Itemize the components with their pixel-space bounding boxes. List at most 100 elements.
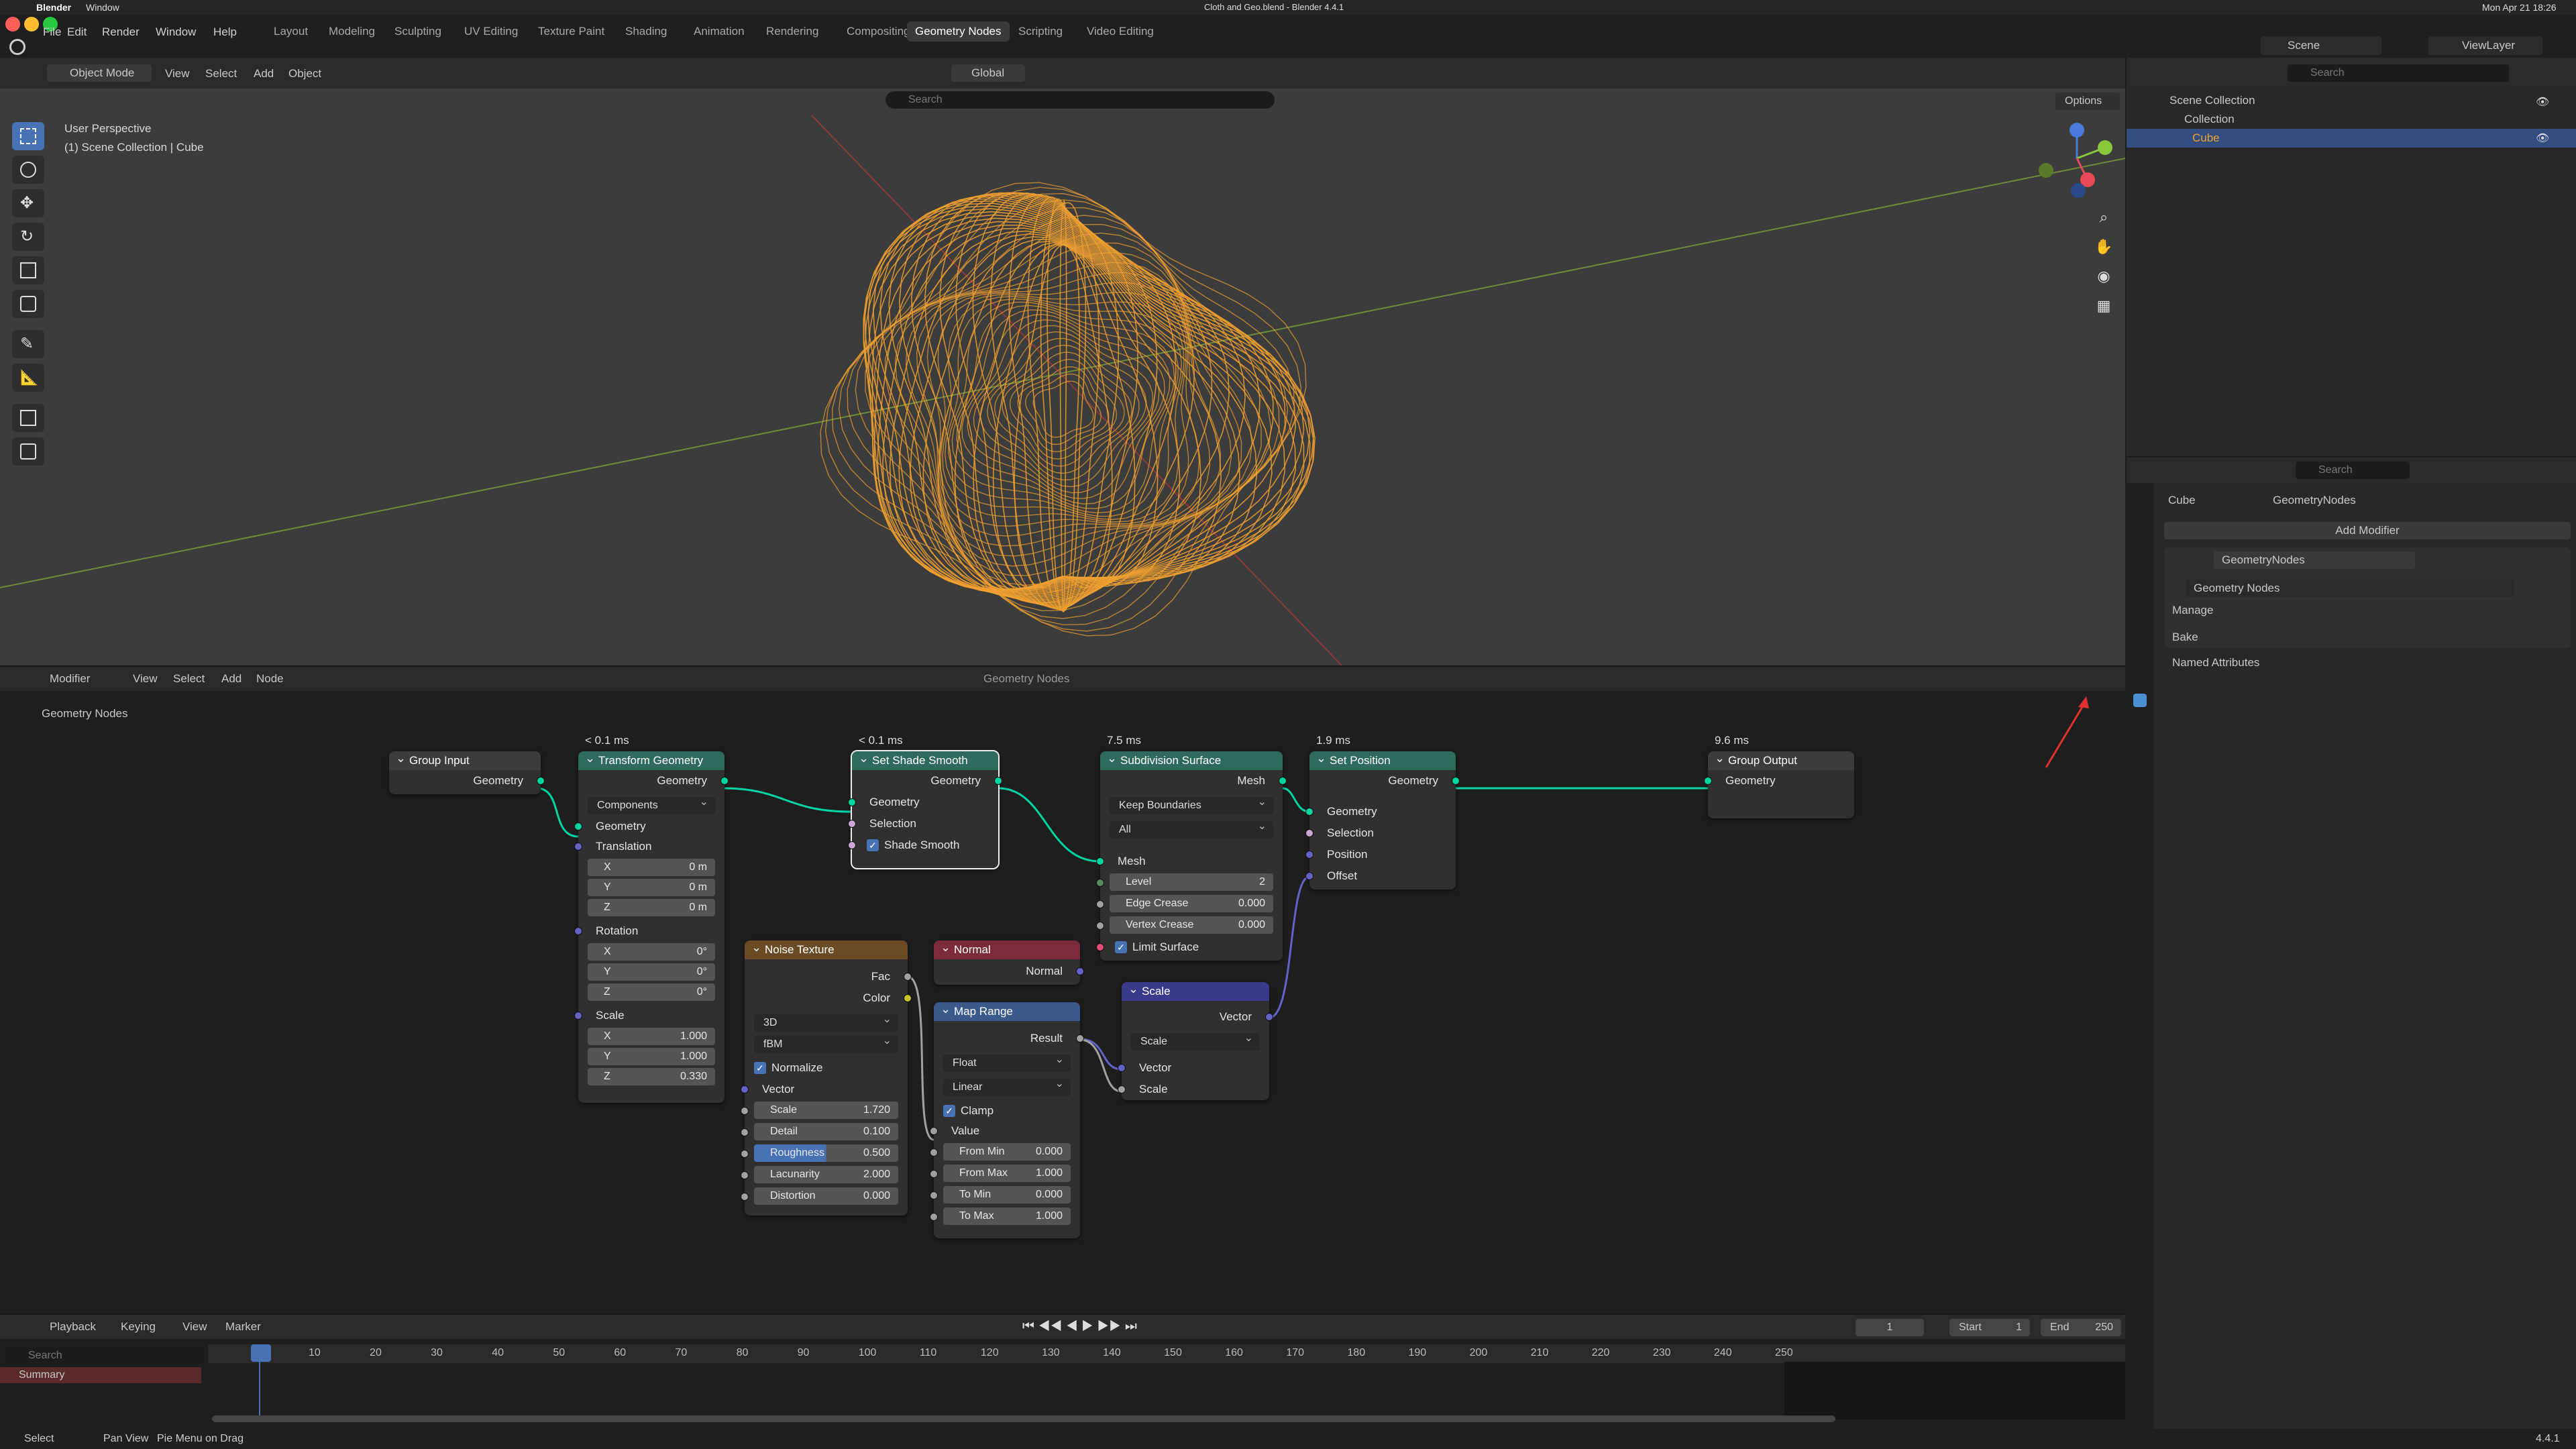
outliner-search-input[interactable]: Search	[2288, 64, 2509, 82]
noise-lacunarity-field[interactable]: Lacunarity 2.000	[754, 1166, 898, 1183]
workspace-tab-sculpting[interactable]: Sculpting	[386, 21, 449, 42]
zoom-icon[interactable]: ⌕	[2092, 205, 2116, 229]
noise-color-socket[interactable]	[904, 994, 912, 1002]
menu-render[interactable]: Render	[102, 25, 140, 39]
noise-lacunarity-socket[interactable]	[741, 1171, 749, 1179]
timeline-search-input[interactable]: Search	[5, 1347, 200, 1364]
workspace-tab-modeling[interactable]: Modeling	[321, 21, 383, 42]
properties-editor[interactable]: Search Cube GeometryNodes Add Modifier G…	[2127, 458, 2576, 1429]
camera-icon[interactable]: ◉	[2092, 264, 2116, 288]
to-min-socket[interactable]	[930, 1191, 938, 1199]
set-position-geo-socket[interactable]	[1305, 808, 1313, 816]
noise-detail-socket[interactable]	[741, 1128, 749, 1136]
vector-scale-vector-socket[interactable]	[1118, 1064, 1126, 1072]
from-max-socket[interactable]	[930, 1170, 938, 1178]
noise-distortion-socket[interactable]	[741, 1193, 749, 1201]
noise-texture-node[interactable]: Noise Texture Fac Color 3D fBM ✓ Normaliz…	[741, 938, 912, 1216]
translation-x-field[interactable]: X0 m	[588, 859, 715, 876]
panel-manage[interactable]: Manage	[2172, 604, 2213, 617]
uv-smooth-dropdown[interactable]: All	[1110, 818, 1273, 839]
node-group-selector[interactable]: Geometry Nodes	[2186, 580, 2514, 597]
translation-socket[interactable]	[574, 843, 582, 851]
grid-view-icon[interactable]: ▦	[2092, 294, 2116, 318]
workspace-tab-uv-editing[interactable]: UV Editing	[456, 21, 526, 42]
limit-surface-socket[interactable]	[1096, 943, 1104, 951]
noise-title[interactable]: Noise Texture	[745, 938, 908, 959]
viewlayer-selector[interactable]: ViewLayer	[2428, 36, 2542, 55]
shade-smooth-geo-socket[interactable]	[848, 798, 856, 806]
map-range-node[interactable]: Map Range Result Float Linear ✓ Clamp Val…	[930, 1000, 1084, 1238]
set-position-node[interactable]: Set Position Geometry Geometry Selection…	[1305, 749, 1460, 890]
set-position-title[interactable]: Set Position	[1309, 749, 1456, 770]
outliner-item-collection[interactable]: Collection	[2127, 110, 2576, 129]
3d-viewport[interactable]: Object Mode View Select Add Object Globa…	[0, 58, 2125, 665]
vector-scale-scale-socket[interactable]	[1118, 1085, 1126, 1093]
group-input-node[interactable]: Group Input Geometry	[389, 749, 545, 794]
translation-y-field[interactable]: Y0 m	[588, 879, 715, 896]
playhead[interactable]	[251, 1344, 271, 1362]
from-max-field[interactable]: From Max 1.000	[943, 1165, 1071, 1182]
map-range-title[interactable]: Map Range	[934, 1000, 1080, 1021]
start-frame-field[interactable]: Start 1	[1949, 1319, 2030, 1336]
from-min-socket[interactable]	[930, 1148, 938, 1157]
set-position-out-socket[interactable]	[1452, 777, 1460, 785]
scale-x-field[interactable]: X 1.000	[588, 1028, 715, 1045]
menu-help[interactable]: Help	[213, 25, 237, 39]
transform-mode-dropdown[interactable]: Components	[588, 794, 715, 814]
set-position-selection-socket[interactable]	[1305, 829, 1313, 837]
timeline[interactable]: Playback Keying View Marker ⏮ ◀◀ ◀ ▶ ▶▶ …	[0, 1313, 2125, 1429]
workspace-tab-texture-paint[interactable]: Texture Paint	[530, 21, 612, 42]
playback-controls[interactable]: ⏮ ◀◀ ◀ ▶ ▶▶ ⏭	[1022, 1319, 1137, 1334]
normal-out-socket[interactable]	[1076, 967, 1084, 975]
timeline-menu-view[interactable]: View	[182, 1320, 207, 1334]
scale-y-field[interactable]: Y 1.000	[588, 1048, 715, 1065]
to-max-field[interactable]: To Max 1.000	[943, 1208, 1071, 1225]
vertex-crease-socket[interactable]	[1096, 922, 1104, 930]
workspace-tab-layout[interactable]: Layout	[266, 21, 316, 42]
menu-file[interactable]: File	[43, 25, 61, 39]
vector-scale-node[interactable]: Scale Vector Scale Vector Scale	[1118, 979, 1273, 1100]
menu-edit[interactable]: Edit	[67, 25, 87, 39]
normal-title[interactable]: Normal	[934, 938, 1080, 959]
workspace-tab-compositing[interactable]: Compositing	[839, 21, 918, 42]
workspace-tab-geometry-nodes[interactable]: Geometry Nodes	[907, 21, 1010, 42]
noise-scale-socket[interactable]	[741, 1107, 749, 1115]
transform-out-socket[interactable]	[720, 777, 729, 785]
timeline-menu-playback[interactable]: Playback	[50, 1320, 96, 1334]
cube-visibility-eye-icon[interactable]: 👁	[2536, 131, 2549, 145]
panel-bake[interactable]: Bake	[2172, 631, 2198, 644]
level-socket[interactable]	[1096, 879, 1104, 887]
subdivision-surface-node[interactable]: Subdivision Surface Mesh Keep Boundaries…	[1096, 749, 1287, 961]
shade-smooth-checkbox[interactable]: ✓	[867, 839, 879, 851]
map-range-interp-dropdown[interactable]: Linear	[943, 1075, 1071, 1096]
noise-vector-socket[interactable]	[741, 1085, 749, 1093]
shade-smooth-bool-socket[interactable]	[848, 841, 856, 849]
normal-node[interactable]: Normal Normal	[934, 938, 1084, 985]
rotation-z-field[interactable]: Z 0°	[588, 983, 715, 1001]
rotation-x-field[interactable]: X 0°	[588, 943, 715, 961]
add-modifier-button[interactable]: Add Modifier	[2164, 522, 2571, 539]
group-input-geometry-socket[interactable]	[537, 777, 545, 785]
minimize-window-button[interactable]	[24, 17, 39, 32]
vertex-crease-field[interactable]: Vertex Crease 0.000	[1110, 916, 1273, 934]
map-range-value-socket[interactable]	[930, 1127, 938, 1135]
rotation-y-field[interactable]: Y 0°	[588, 963, 715, 981]
level-field[interactable]: Level 2	[1110, 873, 1273, 891]
blender-logo-icon[interactable]	[9, 39, 25, 55]
mac-window-menu[interactable]: Window	[86, 2, 119, 13]
set-shade-smooth-node[interactable]: Set Shade Smooth Geometry Geometry Selec…	[848, 749, 1002, 869]
noise-fac-socket[interactable]	[904, 973, 912, 981]
timeline-scrollbar[interactable]	[212, 1415, 1835, 1422]
scene-selector[interactable]: Scene	[2261, 36, 2381, 55]
close-window-button[interactable]	[5, 17, 20, 32]
to-min-field[interactable]: To Min 0.000	[943, 1186, 1071, 1203]
group-input-title[interactable]: Group Input	[389, 749, 541, 770]
current-frame-field[interactable]: 1	[1856, 1319, 1924, 1336]
timeline-menu-keying[interactable]: Keying	[121, 1320, 156, 1334]
noise-scale-field[interactable]: Scale 1.720	[754, 1102, 898, 1119]
transform-geometry-node[interactable]: Transform Geometry Geometry Components G…	[574, 749, 729, 1103]
workspace-tab-shading[interactable]: Shading	[617, 21, 675, 42]
shade-smooth-title[interactable]: Set Shade Smooth	[852, 749, 998, 770]
outliner[interactable]: Search Scene Collection Collection Cube …	[2127, 58, 2576, 456]
position-socket[interactable]	[1305, 851, 1313, 859]
